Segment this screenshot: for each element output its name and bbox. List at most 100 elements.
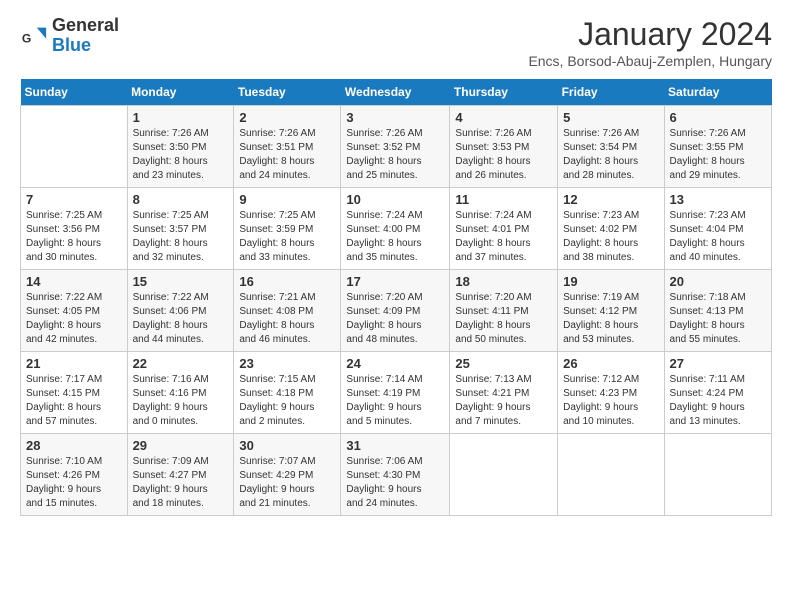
calendar-cell: 21 Sunrise: 7:17 AM Sunset: 4:15 PM Dayli… <box>21 352 128 434</box>
month-title: January 2024 <box>528 16 772 53</box>
day-number: 10 <box>346 192 444 207</box>
day-number: 13 <box>670 192 766 207</box>
day-number: 15 <box>133 274 229 289</box>
day-info: Sunrise: 7:24 AM Sunset: 4:00 PM Dayligh… <box>346 209 444 265</box>
day-number: 14 <box>26 274 122 289</box>
day-number: 29 <box>133 438 229 453</box>
day-number: 19 <box>563 274 658 289</box>
day-number: 11 <box>455 192 552 207</box>
day-number: 26 <box>563 356 658 371</box>
header-sunday: Sunday <box>21 79 128 106</box>
day-number: 3 <box>346 110 444 125</box>
logo: G GeneralBlue <box>20 16 119 56</box>
calendar-cell: 20Sunrise: 7:18 AM Sunset: 4:13 PM Dayli… <box>664 270 771 352</box>
calendar-cell: 22 Sunrise: 7:16 AM Sunset: 4:16 PM Dayli… <box>127 352 234 434</box>
calendar-cell: 28 Sunrise: 7:10 AM Sunset: 4:26 PM Dayli… <box>21 434 128 516</box>
day-info: Sunrise: 7:26 AM Sunset: 3:52 PM Dayligh… <box>346 127 444 183</box>
calendar-cell: 13Sunrise: 7:23 AM Sunset: 4:04 PM Dayli… <box>664 188 771 270</box>
calendar-cell: 14 Sunrise: 7:22 AM Sunset: 4:05 PM Dayli… <box>21 270 128 352</box>
day-number: 2 <box>239 110 335 125</box>
header-tuesday: Tuesday <box>234 79 341 106</box>
header-row: SundayMondayTuesdayWednesdayThursdayFrid… <box>21 79 772 106</box>
logo-icon: G <box>20 22 48 50</box>
header-saturday: Saturday <box>664 79 771 106</box>
calendar-cell: 15 Sunrise: 7:22 AM Sunset: 4:06 PM Dayli… <box>127 270 234 352</box>
calendar-cell: 27Sunrise: 7:11 AM Sunset: 4:24 PM Dayli… <box>664 352 771 434</box>
day-info: Sunrise: 7:26 AM Sunset: 3:53 PM Dayligh… <box>455 127 552 183</box>
day-info: Sunrise: 7:25 AM Sunset: 3:56 PM Dayligh… <box>26 209 122 265</box>
calendar-cell <box>21 106 128 188</box>
calendar-cell: 17Sunrise: 7:20 AM Sunset: 4:09 PM Dayli… <box>341 270 450 352</box>
day-number: 4 <box>455 110 552 125</box>
day-info: Sunrise: 7:14 AM Sunset: 4:19 PM Dayligh… <box>346 373 444 429</box>
calendar-cell: 8 Sunrise: 7:25 AM Sunset: 3:57 PM Daylig… <box>127 188 234 270</box>
calendar-cell: 6 Sunrise: 7:26 AM Sunset: 3:55 PM Daylig… <box>664 106 771 188</box>
calendar-cell: 1Sunrise: 7:26 AM Sunset: 3:50 PM Daylig… <box>127 106 234 188</box>
calendar-cell: 31Sunrise: 7:06 AM Sunset: 4:30 PM Dayli… <box>341 434 450 516</box>
header-friday: Friday <box>558 79 664 106</box>
header-monday: Monday <box>127 79 234 106</box>
day-number: 22 <box>133 356 229 371</box>
calendar-cell: 2 Sunrise: 7:26 AM Sunset: 3:51 PM Daylig… <box>234 106 341 188</box>
calendar-cell: 18Sunrise: 7:20 AM Sunset: 4:11 PM Dayli… <box>450 270 558 352</box>
day-number: 31 <box>346 438 444 453</box>
day-number: 25 <box>455 356 552 371</box>
day-info: Sunrise: 7:10 AM Sunset: 4:26 PM Dayligh… <box>26 455 122 511</box>
day-info: Sunrise: 7:13 AM Sunset: 4:21 PM Dayligh… <box>455 373 552 429</box>
day-info: Sunrise: 7:21 AM Sunset: 4:08 PM Dayligh… <box>239 291 335 347</box>
day-info: Sunrise: 7:26 AM Sunset: 3:55 PM Dayligh… <box>670 127 766 183</box>
calendar-cell <box>558 434 664 516</box>
week-row-1: 1Sunrise: 7:26 AM Sunset: 3:50 PM Daylig… <box>21 106 772 188</box>
day-info: Sunrise: 7:17 AM Sunset: 4:15 PM Dayligh… <box>26 373 122 429</box>
calendar-table: SundayMondayTuesdayWednesdayThursdayFrid… <box>20 79 772 516</box>
calendar-cell: 25 Sunrise: 7:13 AM Sunset: 4:21 PM Dayli… <box>450 352 558 434</box>
day-number: 9 <box>239 192 335 207</box>
calendar-cell: 23 Sunrise: 7:15 AM Sunset: 4:18 PM Dayli… <box>234 352 341 434</box>
calendar-cell: 7 Sunrise: 7:25 AM Sunset: 3:56 PM Daylig… <box>21 188 128 270</box>
day-info: Sunrise: 7:25 AM Sunset: 3:57 PM Dayligh… <box>133 209 229 265</box>
day-number: 8 <box>133 192 229 207</box>
calendar-cell: 3 Sunrise: 7:26 AM Sunset: 3:52 PM Daylig… <box>341 106 450 188</box>
day-info: Sunrise: 7:16 AM Sunset: 4:16 PM Dayligh… <box>133 373 229 429</box>
header-thursday: Thursday <box>450 79 558 106</box>
calendar-cell: 10 Sunrise: 7:24 AM Sunset: 4:00 PM Dayli… <box>341 188 450 270</box>
day-number: 5 <box>563 110 658 125</box>
svg-text:G: G <box>22 31 31 45</box>
day-number: 1 <box>133 110 229 125</box>
day-info: Sunrise: 7:15 AM Sunset: 4:18 PM Dayligh… <box>239 373 335 429</box>
calendar-cell: 30Sunrise: 7:07 AM Sunset: 4:29 PM Dayli… <box>234 434 341 516</box>
calendar-cell: 19Sunrise: 7:19 AM Sunset: 4:12 PM Dayli… <box>558 270 664 352</box>
calendar-cell <box>664 434 771 516</box>
week-row-2: 7 Sunrise: 7:25 AM Sunset: 3:56 PM Daylig… <box>21 188 772 270</box>
header-wednesday: Wednesday <box>341 79 450 106</box>
day-info: Sunrise: 7:23 AM Sunset: 4:02 PM Dayligh… <box>563 209 658 265</box>
day-info: Sunrise: 7:20 AM Sunset: 4:11 PM Dayligh… <box>455 291 552 347</box>
day-number: 23 <box>239 356 335 371</box>
week-row-5: 28 Sunrise: 7:10 AM Sunset: 4:26 PM Dayli… <box>21 434 772 516</box>
calendar-cell: 26 Sunrise: 7:12 AM Sunset: 4:23 PM Dayli… <box>558 352 664 434</box>
day-number: 24 <box>346 356 444 371</box>
day-number: 28 <box>26 438 122 453</box>
logo-text: GeneralBlue <box>52 16 119 56</box>
day-number: 6 <box>670 110 766 125</box>
day-info: Sunrise: 7:22 AM Sunset: 4:06 PM Dayligh… <box>133 291 229 347</box>
calendar-cell: 11 Sunrise: 7:24 AM Sunset: 4:01 PM Dayli… <box>450 188 558 270</box>
day-info: Sunrise: 7:24 AM Sunset: 4:01 PM Dayligh… <box>455 209 552 265</box>
day-info: Sunrise: 7:20 AM Sunset: 4:09 PM Dayligh… <box>346 291 444 347</box>
week-row-3: 14 Sunrise: 7:22 AM Sunset: 4:05 PM Dayli… <box>21 270 772 352</box>
calendar-cell: 24 Sunrise: 7:14 AM Sunset: 4:19 PM Dayli… <box>341 352 450 434</box>
day-info: Sunrise: 7:22 AM Sunset: 4:05 PM Dayligh… <box>26 291 122 347</box>
calendar-cell: 4 Sunrise: 7:26 AM Sunset: 3:53 PM Daylig… <box>450 106 558 188</box>
day-number: 21 <box>26 356 122 371</box>
day-number: 7 <box>26 192 122 207</box>
day-number: 27 <box>670 356 766 371</box>
day-info: Sunrise: 7:26 AM Sunset: 3:51 PM Dayligh… <box>239 127 335 183</box>
day-info: Sunrise: 7:09 AM Sunset: 4:27 PM Dayligh… <box>133 455 229 511</box>
day-info: Sunrise: 7:12 AM Sunset: 4:23 PM Dayligh… <box>563 373 658 429</box>
day-info: Sunrise: 7:25 AM Sunset: 3:59 PM Dayligh… <box>239 209 335 265</box>
day-info: Sunrise: 7:07 AM Sunset: 4:29 PM Dayligh… <box>239 455 335 511</box>
day-number: 12 <box>563 192 658 207</box>
calendar-cell: 5Sunrise: 7:26 AM Sunset: 3:54 PM Daylig… <box>558 106 664 188</box>
page-header: G GeneralBlue January 2024 Encs, Borsod-… <box>20 16 772 69</box>
day-number: 16 <box>239 274 335 289</box>
